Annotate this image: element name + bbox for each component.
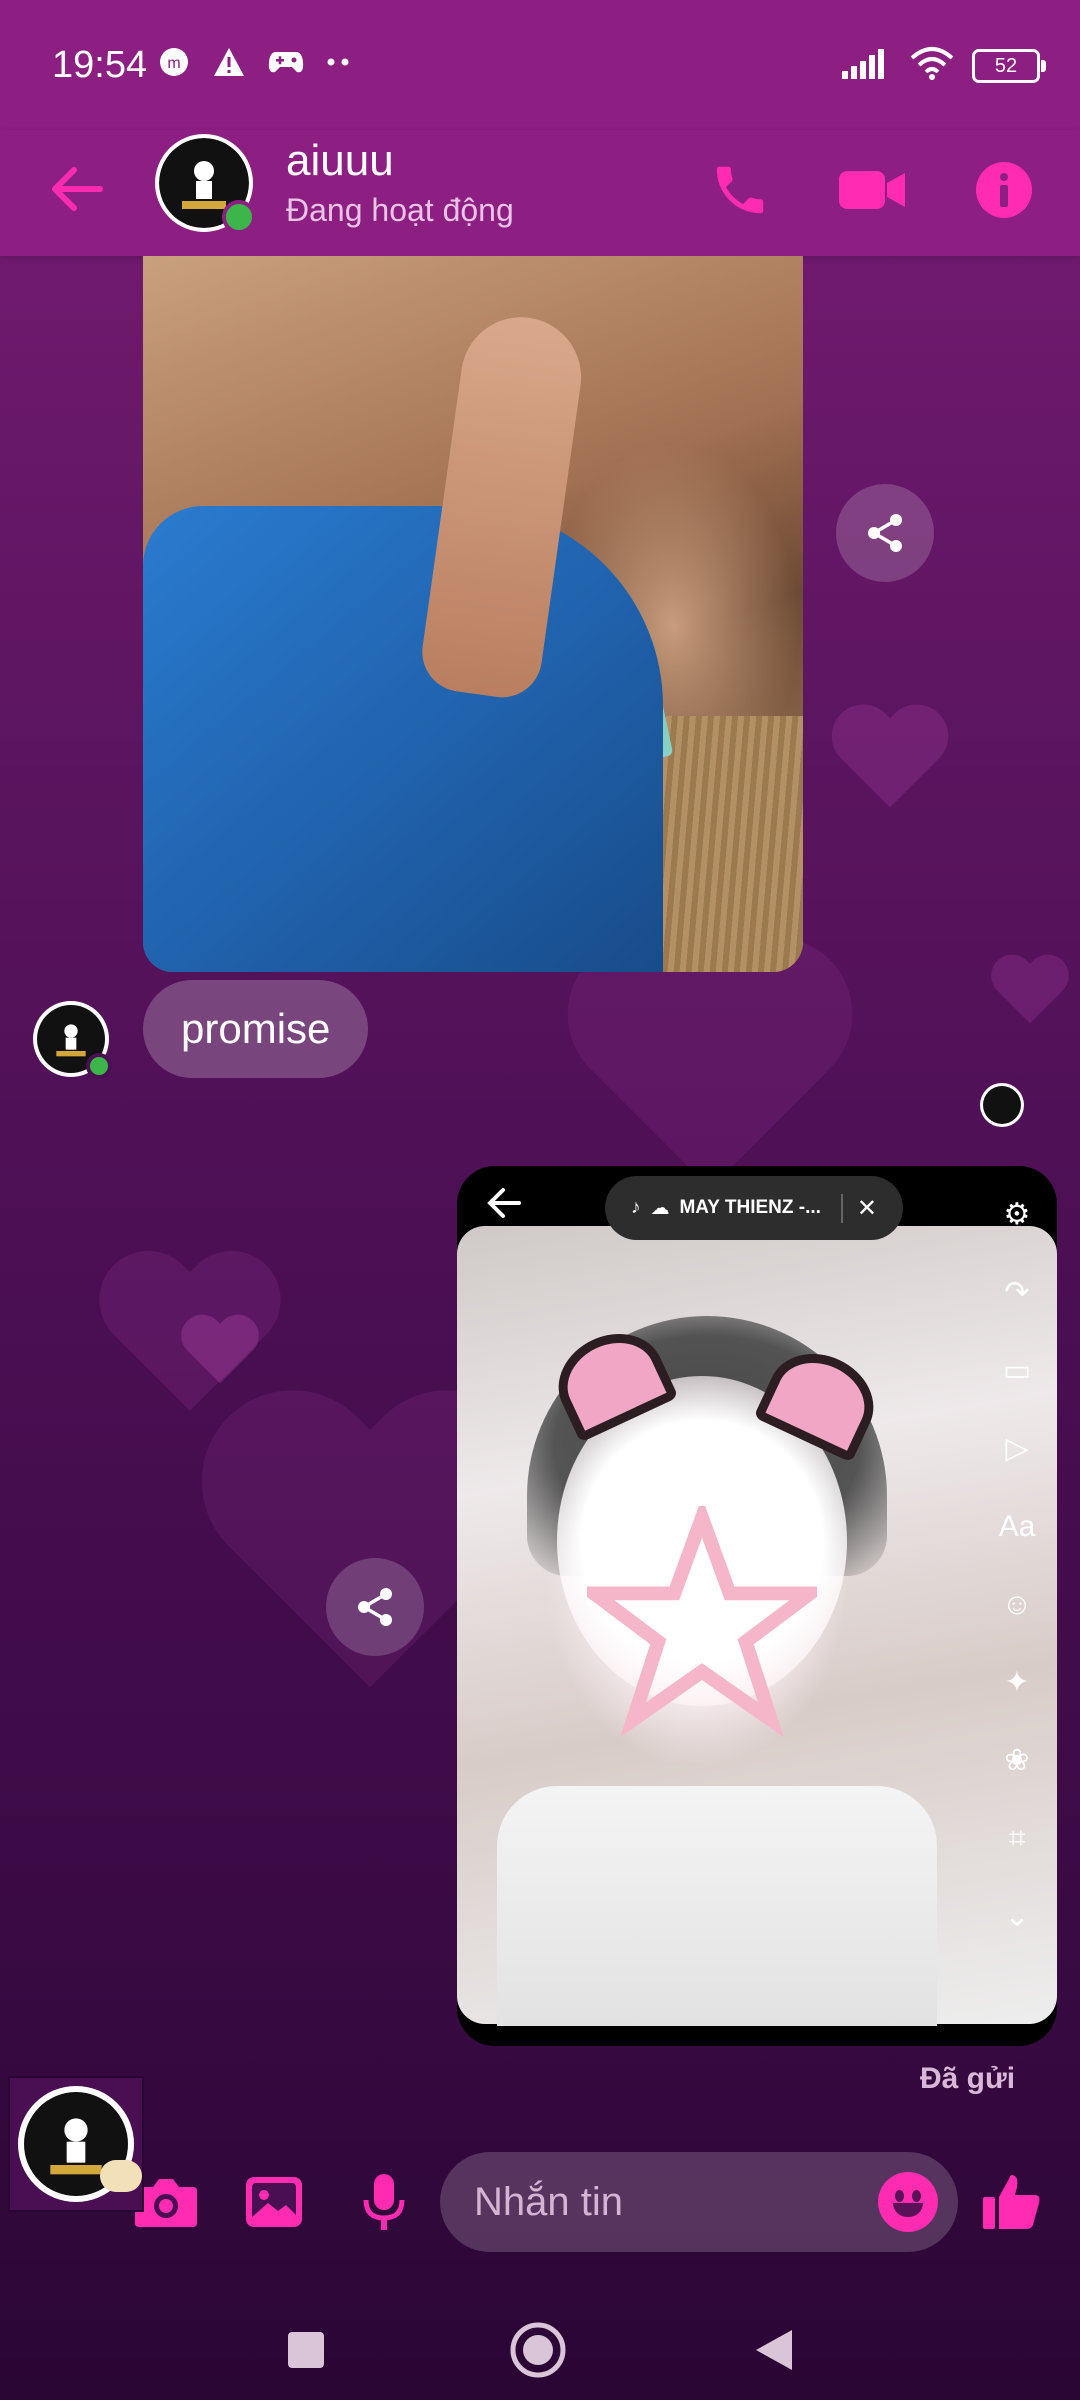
star-sticker-icon <box>587 1506 817 1736</box>
back-arrow-icon <box>52 167 103 211</box>
emoji-button[interactable] <box>878 2172 938 2232</box>
gallery-button[interactable] <box>234 2162 314 2242</box>
like-button[interactable] <box>972 2162 1052 2242</box>
message-input-placeholder: Nhắn tin <box>474 2180 623 2224</box>
effects-icon: ✦ <box>1004 1666 1030 1699</box>
close-icon: ✕ <box>840 1193 877 1223</box>
avatar-image <box>983 1086 1021 1124</box>
editor-back-icon <box>483 1182 525 1229</box>
text-tool: Aa <box>998 1510 1036 1543</box>
editor-tool-column: ⚙ ↷ ▭ ▷ Aa ☺ ✦ ❀ ⌗ ⌄ <box>987 1176 1047 1956</box>
sent-media[interactable]: ♪ ☁ MAY THIENZ -... ✕ ⚙ ↷ ▭ ▷ Aa ☺ ✦ ❀ ⌗… <box>457 1166 1057 2046</box>
square-icon <box>288 2332 324 2368</box>
emoji-icon <box>893 2203 923 2217</box>
gamepad-icon <box>268 48 304 76</box>
received-photo[interactable] <box>143 256 803 972</box>
seen-indicator-avatar <box>980 1083 1024 1127</box>
music-pill: ♪ ☁ MAY THIENZ -... ✕ <box>605 1176 903 1240</box>
recents-button[interactable] <box>276 2320 336 2380</box>
decorative-heart <box>988 956 1072 1034</box>
clip-icon: ▷ <box>1005 1432 1029 1465</box>
status-icons-left: m <box>158 46 350 78</box>
online-indicator <box>86 1053 112 1079</box>
decorative-heart <box>827 707 953 824</box>
video-call-button[interactable] <box>834 152 910 228</box>
crop-icon: ⌗ <box>1008 1822 1026 1855</box>
message-input[interactable]: Nhắn tin <box>440 2152 958 2252</box>
music-title: MAY THIENZ -... <box>679 1197 821 1218</box>
back-nav-button[interactable] <box>744 2320 804 2380</box>
contact-status: Đang hoạt động <box>286 192 514 228</box>
voice-button[interactable] <box>344 2162 424 2242</box>
online-indicator <box>222 200 256 234</box>
battery-icon: 52 <box>972 48 1046 83</box>
video-icon <box>839 171 905 209</box>
back-button[interactable] <box>44 154 114 224</box>
warning-icon <box>212 46 246 78</box>
filter-icon: ❀ <box>1004 1744 1030 1777</box>
photo-content <box>143 506 663 972</box>
media-frame <box>457 1226 1057 2026</box>
info-button[interactable] <box>966 152 1042 228</box>
system-nav-bar <box>0 2280 1080 2400</box>
share-button[interactable] <box>326 1558 424 1656</box>
cloud-icon: ☁ <box>650 1197 670 1219</box>
sticker-icon: ☺ <box>1001 1588 1033 1621</box>
status-bar: 19:54 m 52 <box>0 0 1080 130</box>
home-button[interactable] <box>508 2320 568 2380</box>
phone-icon <box>716 166 764 214</box>
svg-text:m: m <box>167 55 180 72</box>
chat-head-bubble[interactable] <box>8 2076 144 2212</box>
music-note-icon: ♪ <box>630 1197 641 1218</box>
more-dots-icon <box>326 57 350 67</box>
settings-icon: ⚙ <box>1003 1198 1031 1231</box>
share-icon: ↷ <box>1004 1276 1030 1309</box>
aspect-icon: ▭ <box>1002 1354 1032 1387</box>
share-icon <box>868 514 902 552</box>
image-icon <box>246 2177 302 2227</box>
contact-name[interactable]: aiuuu <box>286 136 394 186</box>
photo-content <box>497 1786 937 2026</box>
app-notification-icon: m <box>158 46 190 78</box>
status-time: 19:54 <box>52 44 148 86</box>
status-icons-right: 52 <box>842 46 1046 85</box>
triangle-back-icon <box>756 2330 792 2370</box>
conversation-header: aiuuu Đang hoạt động <box>0 130 1080 256</box>
thumbs-up-icon <box>983 2175 1040 2229</box>
messenger-badge-icon <box>100 2160 142 2192</box>
sent-status: Đã gửi <box>920 2062 1016 2095</box>
home-circle-icon <box>510 2322 566 2378</box>
audio-call-button[interactable] <box>702 152 778 228</box>
wifi-icon <box>910 46 954 85</box>
chevron-down-icon: ⌄ <box>1004 1900 1030 1933</box>
decorative-heart <box>178 1316 262 1394</box>
info-icon <box>976 162 1032 218</box>
message-bubble[interactable]: promise <box>143 980 369 1078</box>
share-button[interactable] <box>836 484 934 582</box>
share-icon <box>358 1588 392 1626</box>
signal-icon <box>842 47 892 84</box>
microphone-icon <box>363 2174 405 2230</box>
